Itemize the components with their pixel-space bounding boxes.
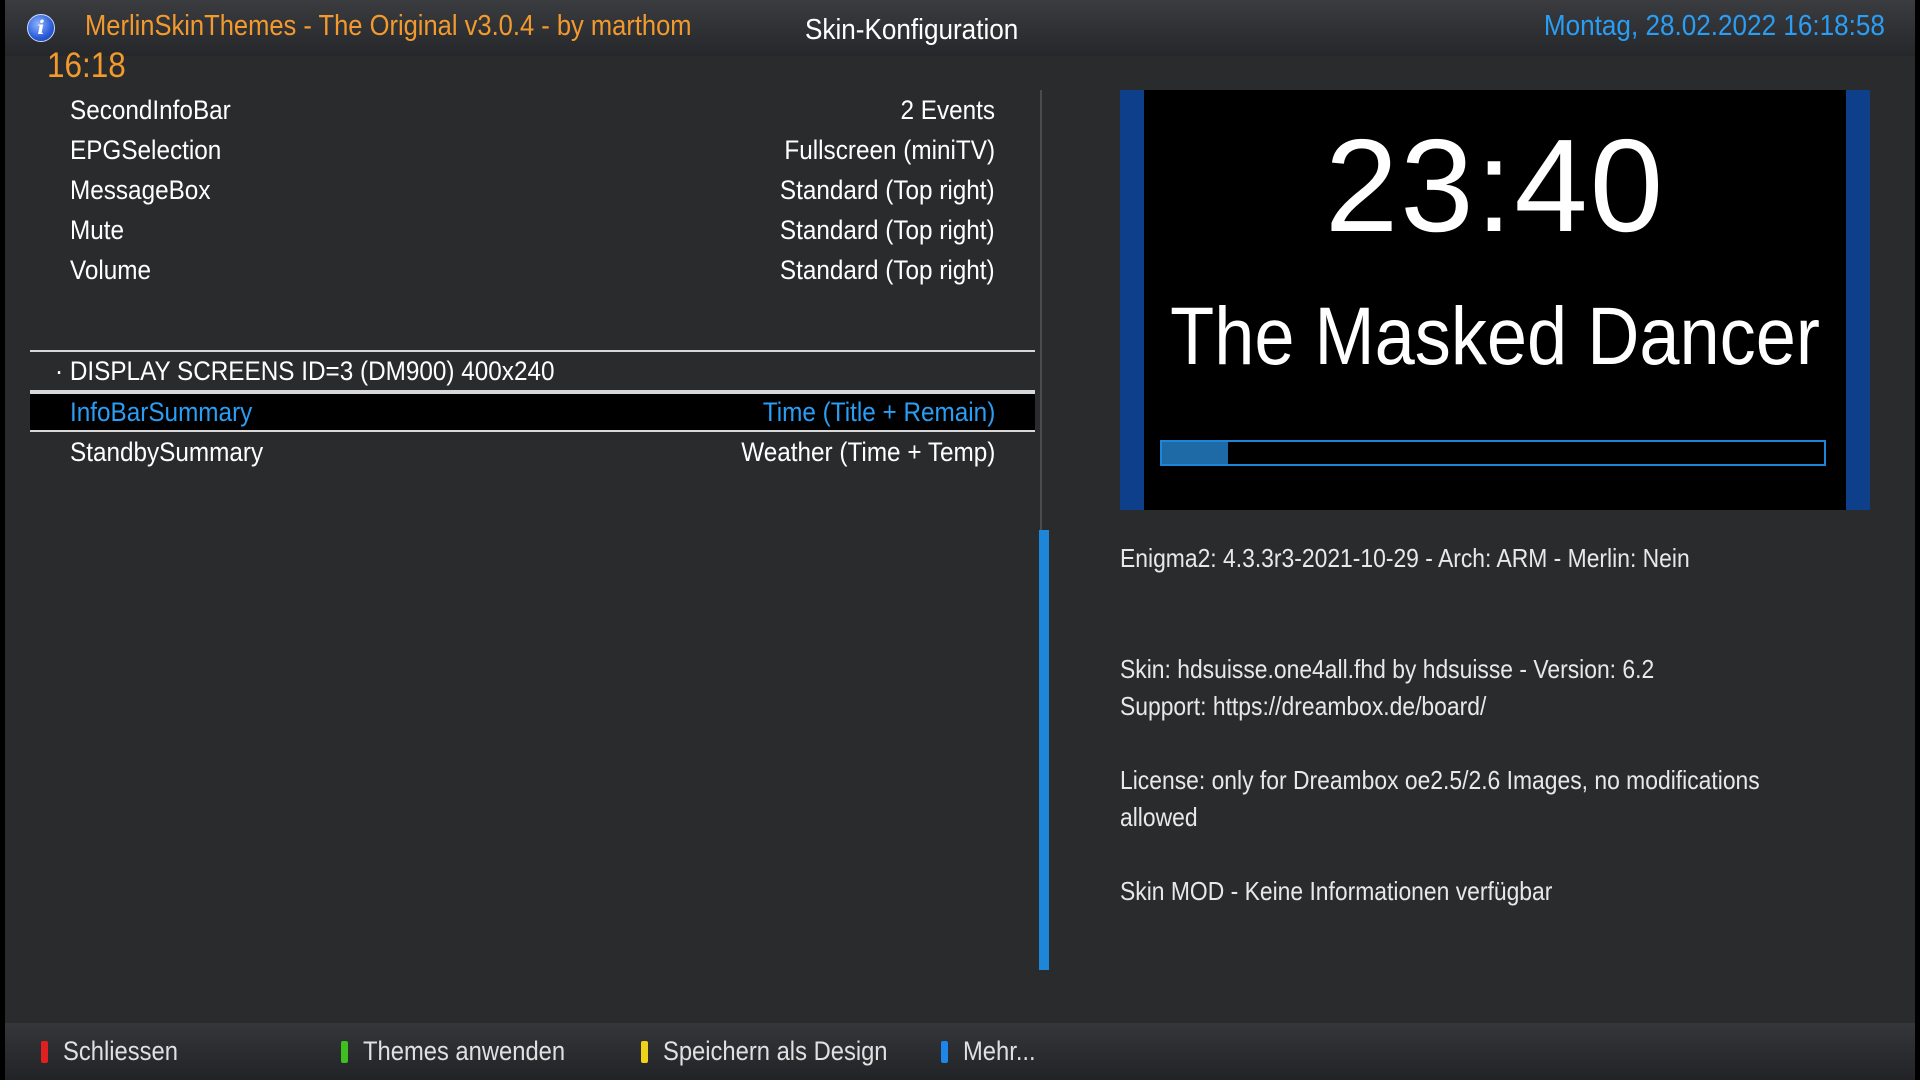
setting-label: EPGSelection [70,135,222,165]
setting-value: Fullscreen (miniTV) [784,135,995,165]
skin-info: Enigma2: 4.3.3r3-2021-10-29 - Arch: ARM … [1120,540,1880,910]
setting-value: Weather (Time + Temp) [740,437,995,467]
list-item-mute[interactable]: Mute Standard (Top right) [30,210,1035,250]
yellow-key-icon [641,1041,648,1063]
yellow-button-label: Speichern als Design [663,1036,888,1066]
clock: 16:18 [47,46,126,85]
preview-title: The Masked Dancer [1170,291,1820,382]
setting-value: 2 Events [900,95,995,125]
preview-progress-bar [1160,440,1826,466]
list-item-secondinfobar[interactable]: SecondInfoBar 2 Events [30,90,1035,130]
setting-value: Standard (Top right) [780,215,995,245]
list-item-standbysummary[interactable]: StandbySummary Weather (Time + Temp) [30,432,1035,472]
red-button-label: Schliessen [63,1036,178,1066]
setting-value: Time (Title + Remain) [762,397,995,427]
date-time: Montag, 28.02.2022 16:18:58 [1543,10,1885,42]
list-item-messagebox[interactable]: MessageBox Standard (Top right) [30,170,1035,210]
list-item-infobarsummary[interactable]: InfoBarSummary Time (Title + Remain) [30,392,1035,432]
blue-button-label: Mehr... [963,1036,1036,1066]
list-item-epgselection[interactable]: EPGSelection Fullscreen (miniTV) [30,130,1035,170]
enigma-info: Enigma2: 4.3.3r3-2021-10-29 - Arch: ARM … [1120,543,1690,573]
setting-label: InfoBarSummary [70,397,253,427]
license-info-line1: License: only for Dreambox oe2.5/2.6 Ima… [1120,765,1760,795]
setting-label: MessageBox [70,175,211,205]
section-header-display-screens: · DISPLAY SCREENS ID=3 (DM900) 400x240 [30,350,1035,392]
info-icon[interactable]: i [27,14,55,42]
setting-label: Volume [70,255,152,285]
header-bar: i MerlinSkinThemes - The Original v3.0.4… [5,0,1915,56]
screen-title: Skin-Konfiguration [805,14,1019,46]
setting-value: Standard (Top right) [780,175,995,205]
preview-time: 23:40 [1324,112,1666,259]
red-key-icon [41,1041,48,1063]
setting-label: SecondInfoBar [70,95,231,125]
settings-list: SecondInfoBar 2 Events EPGSelection Full… [30,90,1035,472]
green-key-icon [341,1041,348,1063]
display-preview: 23:40 The Masked Dancer [1120,90,1870,510]
setting-label: StandbySummary [70,437,264,467]
license-info-line2: allowed [1120,802,1198,832]
preview-progress-fill [1162,442,1229,464]
setting-label: Mute [70,215,125,245]
setting-value: Standard (Top right) [780,255,995,285]
list-item-volume[interactable]: Volume Standard (Top right) [30,250,1035,290]
green-button-label: Themes anwenden [363,1036,566,1066]
skin-mod-info: Skin MOD - Keine Informationen verfügbar [1120,876,1553,906]
skin-name-info: Skin: hdsuisse.one4all.fhd by hdsuisse -… [1120,654,1655,684]
blue-key-icon [941,1041,948,1063]
scrollbar-thumb[interactable] [1039,530,1049,970]
app-title: MerlinSkinThemes - The Original v3.0.4 -… [85,10,692,42]
footer-bar: Schliessen Themes anwenden Speichern als… [5,1023,1915,1080]
section-label: · DISPLAY SCREENS ID=3 (DM900) 400x240 [55,356,555,386]
support-info: Support: https://dreambox.de/board/ [1120,691,1487,721]
